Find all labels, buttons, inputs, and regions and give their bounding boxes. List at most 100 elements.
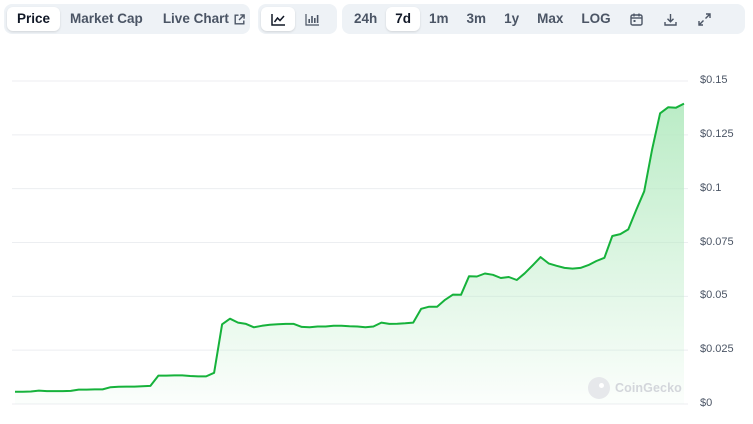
data-point bbox=[166, 375, 168, 377]
data-point bbox=[468, 276, 470, 278]
data-point bbox=[349, 325, 351, 327]
data-point bbox=[78, 389, 80, 391]
log-scale-button[interactable]: LOG bbox=[572, 7, 619, 31]
data-point bbox=[86, 389, 88, 391]
range-24h-button[interactable]: 24h bbox=[345, 7, 386, 31]
data-point bbox=[540, 256, 542, 258]
line-chart-button[interactable] bbox=[261, 7, 295, 31]
data-point bbox=[341, 325, 343, 327]
data-point bbox=[221, 324, 223, 326]
data-point bbox=[404, 322, 406, 324]
price-chart-svg bbox=[12, 80, 688, 405]
data-point bbox=[381, 322, 383, 324]
data-point bbox=[301, 326, 303, 328]
data-point bbox=[142, 386, 144, 388]
download-button[interactable] bbox=[654, 7, 688, 31]
y-tick-label: $0.15 bbox=[700, 74, 728, 86]
data-point bbox=[22, 391, 24, 393]
range-1y-button[interactable]: 1y bbox=[495, 7, 528, 31]
data-point bbox=[293, 323, 295, 325]
data-point bbox=[189, 375, 191, 377]
calendar-icon bbox=[630, 13, 643, 26]
y-tick-label: $0.05 bbox=[700, 289, 728, 302]
data-point bbox=[197, 376, 199, 378]
data-point bbox=[564, 267, 566, 269]
data-point bbox=[62, 390, 64, 392]
data-point bbox=[94, 389, 96, 391]
data-point bbox=[627, 229, 629, 231]
data-point bbox=[285, 323, 287, 325]
data-point bbox=[683, 103, 685, 105]
data-point bbox=[524, 272, 526, 274]
tab-price[interactable]: Price bbox=[7, 7, 61, 31]
data-point bbox=[261, 325, 263, 327]
data-point bbox=[14, 391, 16, 393]
data-point bbox=[54, 390, 56, 392]
data-point bbox=[317, 326, 319, 328]
data-point bbox=[612, 235, 614, 237]
data-point bbox=[70, 390, 72, 392]
data-point bbox=[150, 385, 152, 387]
data-point bbox=[460, 294, 462, 296]
data-point bbox=[548, 263, 550, 265]
data-point bbox=[412, 322, 414, 324]
data-point bbox=[436, 306, 438, 308]
data-point bbox=[173, 375, 175, 377]
data-point bbox=[205, 376, 207, 378]
range-1m-button[interactable]: 1m bbox=[420, 7, 458, 31]
data-point bbox=[333, 325, 335, 327]
data-point bbox=[588, 264, 590, 266]
data-point bbox=[532, 265, 534, 267]
data-point bbox=[604, 257, 606, 259]
data-point bbox=[643, 190, 645, 192]
chart-style-toggle bbox=[258, 4, 337, 34]
data-point bbox=[651, 149, 653, 151]
expand-button[interactable] bbox=[688, 7, 722, 31]
line-chart-icon bbox=[270, 13, 286, 26]
data-point bbox=[325, 326, 327, 328]
external-link-icon bbox=[234, 13, 245, 25]
metric-tabs: Price Market Cap Live Chart bbox=[4, 4, 250, 34]
y-tick-label: $0.1 bbox=[700, 181, 722, 194]
range-max-button[interactable]: Max bbox=[528, 7, 572, 31]
data-point bbox=[181, 375, 183, 377]
data-point bbox=[516, 279, 518, 281]
data-point bbox=[269, 324, 271, 326]
candlestick-icon bbox=[304, 13, 320, 26]
data-point bbox=[357, 326, 359, 328]
price-area bbox=[15, 103, 684, 404]
data-point bbox=[134, 386, 136, 388]
data-point bbox=[659, 113, 661, 115]
data-point bbox=[118, 386, 120, 388]
data-point bbox=[253, 327, 255, 329]
data-point bbox=[309, 327, 311, 329]
range-selector: 24h 7d 1m 3m 1y Max LOG bbox=[342, 4, 745, 34]
data-point bbox=[500, 277, 502, 279]
data-point bbox=[428, 306, 430, 308]
data-point bbox=[508, 276, 510, 278]
expand-icon bbox=[698, 12, 711, 26]
range-3m-button[interactable]: 3m bbox=[458, 7, 496, 31]
data-point bbox=[556, 265, 558, 267]
data-point bbox=[277, 324, 279, 326]
tab-live-chart[interactable]: Live Chart bbox=[153, 7, 255, 31]
data-point bbox=[572, 268, 574, 270]
data-point bbox=[110, 386, 112, 388]
calendar-button[interactable] bbox=[620, 7, 654, 31]
data-point bbox=[237, 322, 239, 324]
data-point bbox=[229, 318, 231, 320]
data-point bbox=[102, 389, 104, 391]
range-7d-button[interactable]: 7d bbox=[386, 7, 421, 31]
data-point bbox=[389, 323, 391, 325]
tab-market-cap[interactable]: Market Cap bbox=[60, 7, 153, 31]
chart-toolbar: Price Market Cap Live Chart 24h 7d 1m 3m… bbox=[4, 4, 747, 36]
data-point bbox=[46, 390, 48, 392]
data-point bbox=[596, 260, 598, 262]
data-point bbox=[619, 233, 621, 235]
y-tick-label: $0.025 bbox=[700, 343, 734, 356]
data-point bbox=[158, 375, 160, 377]
data-point bbox=[126, 386, 128, 388]
data-point bbox=[38, 390, 40, 392]
candlestick-button[interactable] bbox=[295, 7, 329, 31]
data-point bbox=[213, 372, 215, 374]
